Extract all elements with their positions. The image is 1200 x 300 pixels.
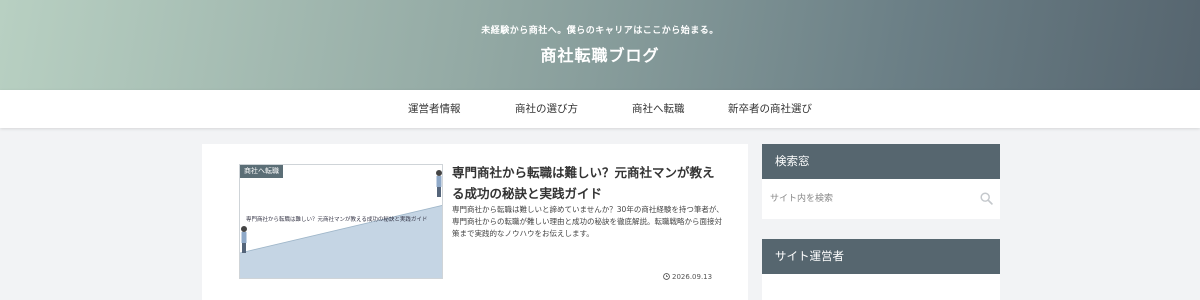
operator-widget-body [762,274,1000,300]
search-widget [762,179,1000,219]
article-excerpt: 専門商社から転職は難しいと諦めていませんか？30年の商社経験を持つ筆者が、専門商… [452,205,724,238]
nav-item-job-change[interactable]: 商社へ転職 [632,101,685,116]
post-date-text: 2026.09.13 [672,273,713,281]
search-widget-title: 検索窓 [762,144,1000,179]
post-date: 2026.09.13 [663,273,712,281]
site-header: 未経験から商社へ。僕らのキャリアはここから始まる。 商社転職ブログ [0,0,1200,90]
article-thumbnail[interactable]: 商社へ転職 専門商社から転職は難しい？元商社マンが教える成功の秘訣と実践ガイド [239,164,443,279]
site-title[interactable]: 商社転職ブログ [0,42,1200,66]
site-tagline: 未経験から商社へ。僕らのキャリアはここから始まる。 [481,26,719,36]
global-nav: 運営者情報 商社の選び方 商社へ転職 新卒者の商社選び [0,90,1200,128]
search-input[interactable] [762,179,1000,219]
nav-item-new-graduates[interactable]: 新卒者の商社選び [728,101,812,116]
article-card[interactable]: 商社へ転職 専門商社から転職は難しい？元商社マンが教える成功の秘訣と実践ガイド … [202,144,748,300]
clock-icon [663,273,670,280]
operator-widget-title: サイト運営者 [762,239,1000,274]
search-icon[interactable] [980,192,993,205]
category-label[interactable]: 商社へ転職 [240,165,283,178]
article-title[interactable]: 専門商社から転職は難しい？元商社マンが教える成功の秘訣と実践ガイド [452,162,722,204]
thumbnail-caption: 専門商社から転職は難しい？元商社マンが教える成功の秘訣と実践ガイド [246,217,428,223]
nav-item-how-to-choose[interactable]: 商社の選び方 [515,101,578,116]
nav-item-operator-info[interactable]: 運営者情報 [408,101,461,116]
